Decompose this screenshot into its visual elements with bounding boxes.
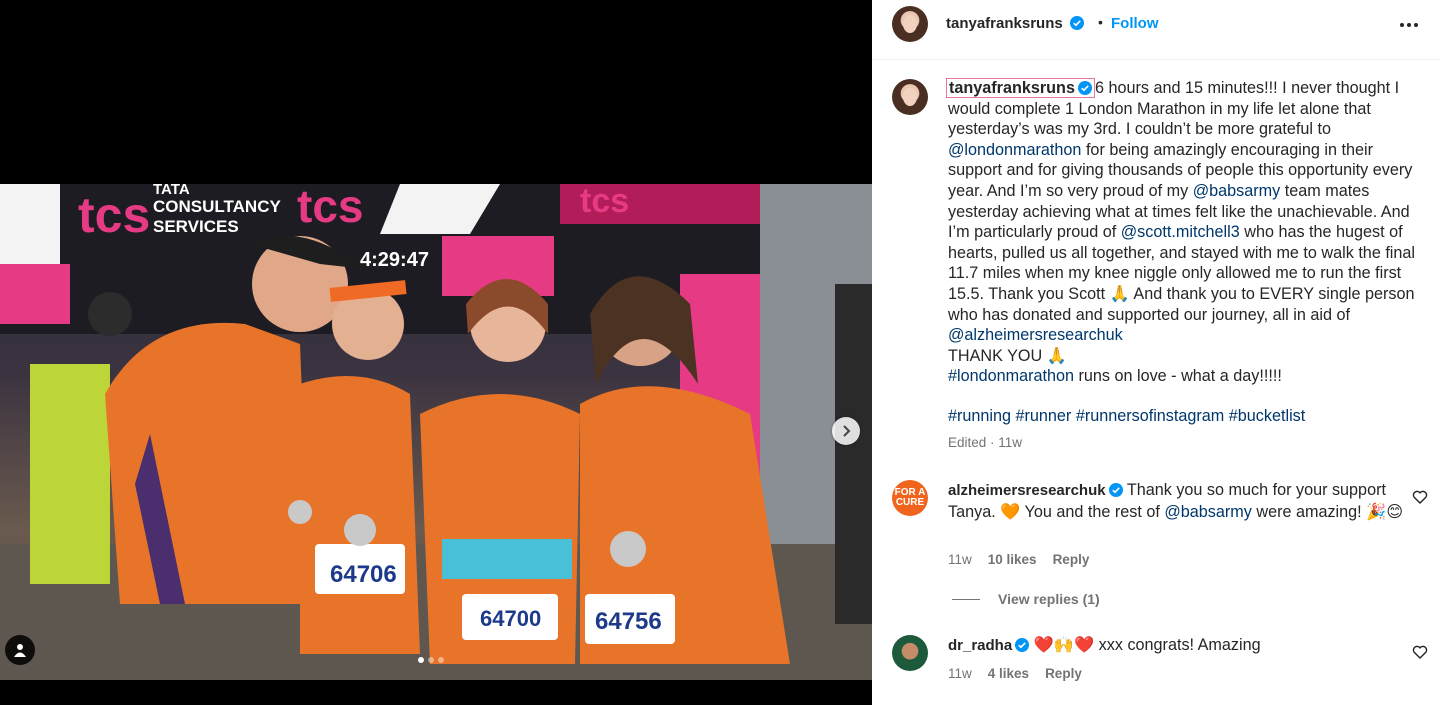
- bib-number-1: 64706: [330, 561, 397, 588]
- comment-time: 11w: [948, 552, 972, 567]
- comment-item: alzheimersresearchuk Thank you so much f…: [948, 480, 1408, 522]
- mention-babsarmy[interactable]: @babsarmy: [1164, 503, 1252, 521]
- replies-divider: [952, 598, 980, 600]
- commenter-avatar[interactable]: FOR A CURE: [892, 480, 928, 516]
- hashtag-bucketlist[interactable]: #bucketlist: [1229, 407, 1305, 425]
- avatar-text-line-2: CURE: [895, 497, 925, 508]
- post-side-panel: tanyafranksruns • Follow tanyafranksruns…: [872, 0, 1440, 705]
- sign-consultancy: CONSULTANCY: [153, 197, 281, 216]
- post-media[interactable]: tcs TATA CONSULTANCY SERVICES tcs 4:29:4…: [0, 0, 872, 705]
- comment-time: 11w: [948, 666, 972, 681]
- carousel-next-button[interactable]: [832, 417, 860, 445]
- post-caption: tanyafranksruns 6 hours and 15 minutes!!!…: [946, 78, 1418, 387]
- comment-likes[interactable]: 4 likes: [988, 666, 1029, 681]
- bib-number-3: 64756: [595, 608, 662, 635]
- follow-button[interactable]: Follow: [1111, 15, 1159, 32]
- caption-hashtags: #running #runner #runnersofinstagram #bu…: [948, 407, 1305, 426]
- comment-reply-button[interactable]: Reply: [1045, 666, 1082, 681]
- like-comment-heart-icon[interactable]: [1412, 489, 1428, 505]
- mention-alzheimersresearchuk[interactable]: @alzheimersresearchuk: [948, 326, 1123, 344]
- caption-text-6: runs on love - what a day!!!!!: [1078, 367, 1282, 386]
- sign-tcs-2: tcs: [297, 184, 363, 232]
- verified-badge-icon: [1015, 638, 1030, 652]
- comment-meta: 11w 4 likes Reply: [948, 666, 1082, 681]
- comment-item: dr_radha ❤️🙌❤️ xxx congrats! Amazing: [948, 635, 1408, 657]
- photo-illustration: tcs TATA CONSULTANCY SERVICES tcs 4:29:4…: [0, 184, 872, 680]
- hashtag-running[interactable]: #running: [948, 407, 1011, 425]
- comment-likes[interactable]: 10 likes: [988, 552, 1037, 567]
- sign-tata: TATA: [153, 184, 190, 198]
- race-clock: 4:29:47: [360, 249, 429, 271]
- like-comment-heart-icon[interactable]: [1412, 644, 1428, 660]
- chevron-right-icon: [843, 425, 851, 437]
- verified-badge-icon: [1069, 16, 1084, 30]
- bib-number-2: 64700: [480, 606, 541, 631]
- hashtag-runnersofinstagram[interactable]: #runnersofinstagram: [1076, 407, 1224, 425]
- comment-reply-button[interactable]: Reply: [1053, 552, 1090, 567]
- view-replies-button[interactable]: View replies (1): [952, 591, 1100, 607]
- caption-text-5: THANK YOU 🙏: [948, 346, 1067, 365]
- post-header: tanyafranksruns • Follow: [872, 0, 1440, 60]
- marathon-photo: tcs TATA CONSULTANCY SERVICES tcs 4:29:4…: [0, 184, 872, 680]
- comment-meta: 11w 10 likes Reply: [948, 552, 1089, 567]
- view-replies-label[interactable]: View replies (1): [998, 591, 1100, 607]
- carousel-dot: [428, 657, 434, 663]
- carousel-indicators: [418, 657, 444, 663]
- caption-author-avatar[interactable]: [892, 79, 928, 115]
- user-icon: [14, 644, 26, 657]
- author-username-row[interactable]: tanyafranksruns: [946, 15, 1084, 32]
- hashtag-runner[interactable]: #runner: [1016, 407, 1072, 425]
- mention-babsarmy[interactable]: @babsarmy: [1193, 182, 1281, 200]
- header-separator: •: [1098, 14, 1103, 30]
- mention-scott-mitchell3[interactable]: @scott.mitchell3: [1121, 223, 1240, 241]
- more-options-icon[interactable]: [1400, 15, 1422, 35]
- tagged-users-button[interactable]: [5, 635, 35, 665]
- carousel-dot: [438, 657, 444, 663]
- author-avatar[interactable]: [892, 6, 928, 42]
- sign-tcs-3: tcs: [580, 184, 629, 220]
- mention-londonmarathon[interactable]: @londonmarathon: [948, 141, 1081, 159]
- sign-tcs-1: tcs: [78, 187, 150, 243]
- comment-text-b: were amazing! 🎉😊: [1256, 502, 1404, 521]
- verified-badge-icon: [1108, 483, 1123, 497]
- caption-username[interactable]: tanyafranksruns: [949, 79, 1075, 97]
- commenter-username[interactable]: alzheimersresearchuk: [948, 482, 1106, 499]
- hashtag-londonmarathon[interactable]: #londonmarathon: [948, 367, 1074, 385]
- author-username[interactable]: tanyafranksruns: [946, 15, 1063, 32]
- sign-services: SERVICES: [153, 217, 239, 236]
- verified-badge-icon: [1077, 81, 1092, 95]
- comment-text: ❤️🙌❤️ xxx congrats! Amazing: [1033, 636, 1261, 654]
- commenter-username[interactable]: dr_radha: [948, 637, 1012, 654]
- carousel-dot: [418, 657, 424, 663]
- caption-username-link[interactable]: tanyafranksruns: [946, 78, 1095, 98]
- commenter-avatar[interactable]: [892, 635, 928, 671]
- edited-timestamp: Edited · 11w: [948, 435, 1023, 450]
